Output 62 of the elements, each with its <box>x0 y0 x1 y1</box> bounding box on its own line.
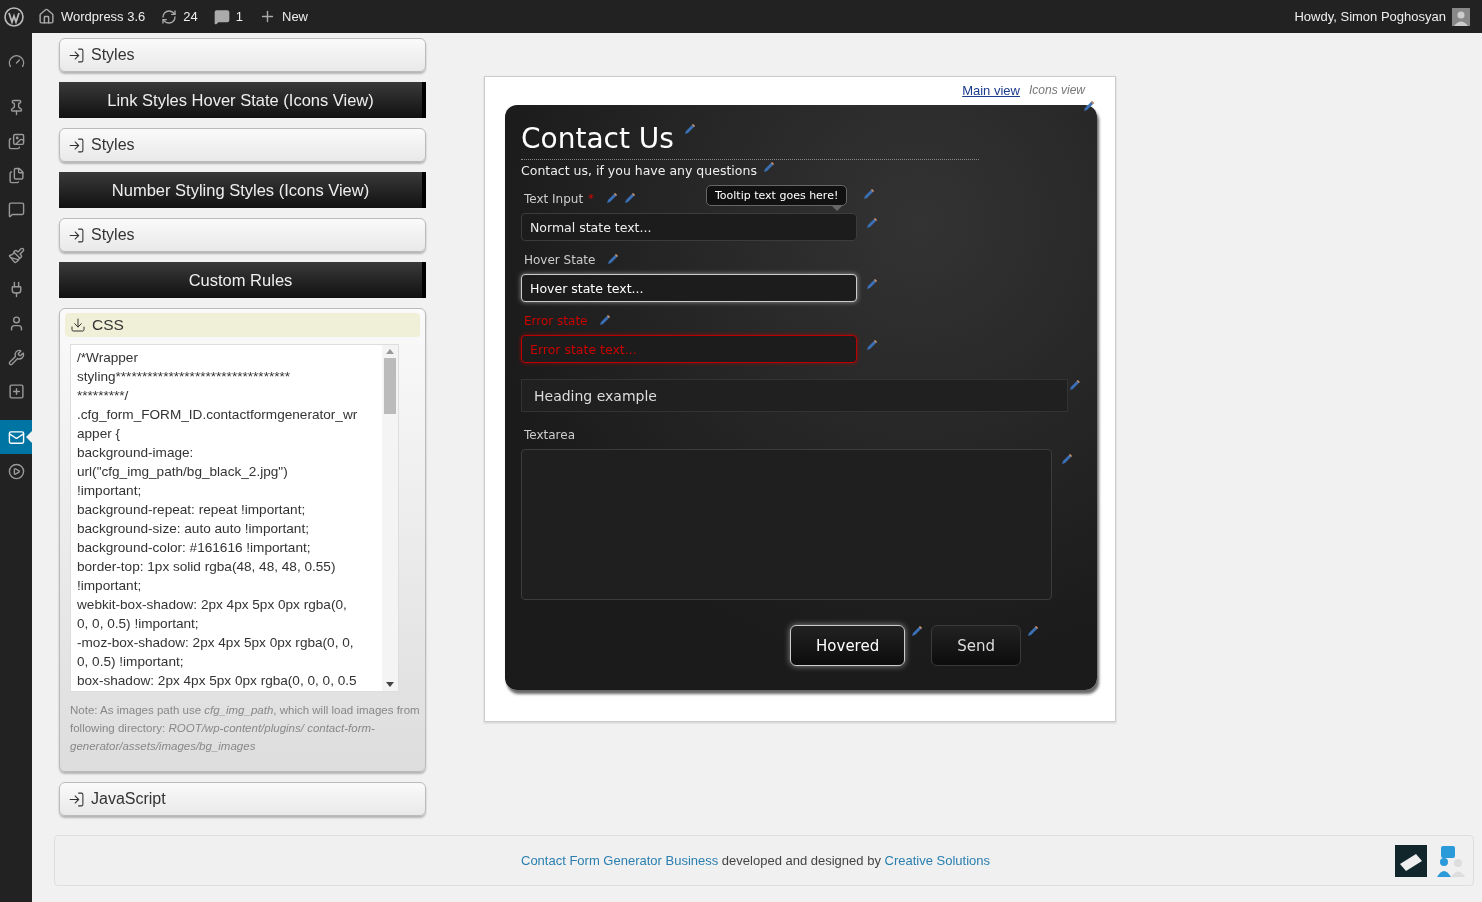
enter-icon <box>68 136 85 154</box>
images-path-note: Note: As images path use cfg_img_path, which will load images from following directory: ROOT/wp-content/plugins/ contact-form-generator/assets/images/bg_images <box>70 703 420 754</box>
comment-icon <box>7 200 25 218</box>
envelope-icon <box>7 428 25 446</box>
styles-panel-toggle[interactable]: JavaScript <box>59 782 426 816</box>
field-label: Textarea <box>523 428 577 442</box>
site-link[interactable]: Wordpress 3.6 <box>38 8 146 25</box>
refresh-icon <box>161 8 178 25</box>
scroll-up-icon[interactable] <box>386 349 394 354</box>
comment-icon <box>213 8 230 25</box>
paintbrush-icon <box>7 246 25 264</box>
sidebar-item[interactable] <box>0 420 32 454</box>
pencil-icon[interactable] <box>1083 100 1095 112</box>
form-subtitle: Contact us, if you have any questions <box>521 163 757 178</box>
credits-link[interactable]: Contact Form Generator Business <box>521 853 719 868</box>
wordpress-logo-icon[interactable] <box>4 6 24 27</box>
updates-link[interactable]: 24 <box>161 8 198 25</box>
scroll-down-icon[interactable] <box>386 682 394 687</box>
form-title: Contact Us <box>521 121 674 157</box>
view-tab[interactable]: Main view <box>962 83 1020 98</box>
envelope-icon[interactable] <box>1395 844 1427 877</box>
enter-icon <box>68 46 85 64</box>
enter-icon <box>68 226 85 244</box>
form-heading: Heading example <box>521 379 1069 412</box>
tooltip-pointer-icon <box>831 206 842 211</box>
download-icon <box>70 317 86 333</box>
plus-icon <box>259 8 276 25</box>
styles-panel-toggle[interactable]: Styles <box>59 38 426 72</box>
comments-link[interactable]: 1 <box>213 8 243 25</box>
account-link[interactable]: Howdy, Simon Poghosyan <box>1294 7 1470 26</box>
styles-panel-toggle[interactable]: Styles <box>59 128 426 162</box>
form-button[interactable]: Send <box>931 625 1021 666</box>
text-input[interactable]: Error state text... <box>521 335 857 363</box>
form-button[interactable]: Hovered <box>790 625 906 666</box>
scrollbar[interactable] <box>382 345 398 691</box>
credits-link[interactable]: Creative Solutions <box>884 853 990 868</box>
field-label: Hover State <box>523 253 596 267</box>
text-input[interactable]: Normal state text... <box>521 213 857 241</box>
gauge-icon <box>7 52 25 70</box>
credits-text: Contact Form Generator Business developed and designed by Creative Solutions <box>521 853 991 868</box>
help-users-icon[interactable] <box>1435 844 1467 877</box>
pages-icon <box>7 166 25 184</box>
view-tab[interactable]: Icons view <box>1028 83 1085 98</box>
styles-panel-toggle[interactable]: Styles <box>59 218 426 252</box>
images-icon <box>7 132 25 150</box>
css-code-field[interactable]: /*Wrapper styling********************************* *********/ .cfg_form_FORM_ID.contactformgenerator_wr apper { background-image: url("cfg_img_path/bg_black_2.jpg") !important; background-repeat: repeat !important; background-size: auto auto !important; background-color: #161616 !important; border-top: 1px solid rgba(48, 48, 48, 0.55) !important; webkit-box-shadow: 2px 4px 5px 0px rgba(0, 0, 0, 0.5) !important; -moz-box-shadow: 2px 4px 5px 0px rgba(0, 0, 0, 0.5) !important; box-shadow: 2px 4px 5px 0px rgba(0, 0, 0, 0.5 <box>70 344 399 692</box>
home-icon <box>38 8 55 25</box>
css-panel-toggle[interactable]: CSS <box>65 313 420 337</box>
plus-square-icon <box>7 382 25 400</box>
section-header: Custom Rules <box>59 262 426 298</box>
new-link[interactable]: New <box>259 8 308 25</box>
play-icon <box>7 462 25 480</box>
enter-icon <box>68 790 85 808</box>
wrench-icon <box>7 348 25 366</box>
avatar-icon <box>1452 7 1470 26</box>
field-label: Error state <box>523 314 588 328</box>
field-label: Text Input <box>523 192 584 206</box>
section-header: Number Styling Styles (Icons View) <box>59 172 426 208</box>
required-mark: * <box>588 192 594 205</box>
textarea-field[interactable] <box>521 449 1052 600</box>
scroll-thumb[interactable] <box>384 358 396 414</box>
section-header: Link Styles Hover State (Icons View) <box>59 82 426 118</box>
